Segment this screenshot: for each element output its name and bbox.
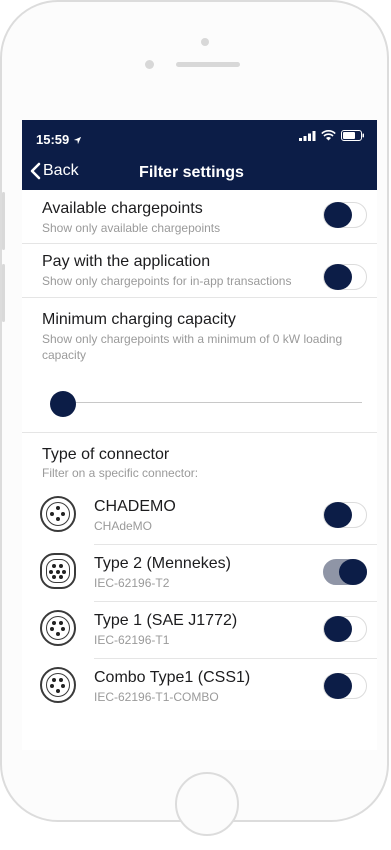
status-time: 15:59 [36, 132, 82, 147]
plug-pin [49, 570, 53, 574]
connector-item-chademo: CHADEMO CHAdeMO [22, 488, 377, 545]
plug-pin [55, 689, 60, 693]
chademo-toggle[interactable] [323, 502, 367, 528]
pay-with-app-toggle[interactable] [323, 264, 367, 290]
plug-pin [55, 517, 60, 521]
battery-icon [341, 130, 364, 141]
plug-socket-ring [46, 502, 70, 526]
plug-pin [52, 678, 56, 682]
wifi-icon [321, 130, 336, 141]
home-button[interactable] [175, 772, 239, 836]
page-title: Filter settings [139, 164, 244, 181]
connector-item-combo-type1: Combo Type1 (CSS1) IEC-62196-T1-COMBO [22, 659, 377, 716]
connector-item-type2: Type 2 (Mennekes) IEC-62196-T2 [22, 545, 377, 602]
app-screen: 15:59 Back Filter settings Available cha… [22, 120, 377, 750]
plug-pin [61, 511, 65, 516]
capacity-subtitle: Show only chargepoints with a minimum of… [42, 332, 343, 362]
plug-pin [50, 684, 54, 688]
connector-section-subtitle: Filter on a specific connector: [42, 466, 199, 480]
setting-pay-with-app: Pay with the application Show only charg… [22, 244, 377, 298]
plug-pin [59, 678, 63, 682]
plug-pin [52, 621, 56, 625]
plug-socket-ring [46, 616, 70, 640]
plug-pin [59, 575, 63, 579]
setting-subtitle: Show only chargepoints for in-app transa… [42, 274, 292, 288]
navigation-bar: Back Filter settings [22, 158, 377, 190]
connector-section-title: Type of connector [42, 446, 170, 463]
combo-type1-toggle[interactable] [323, 673, 367, 699]
volume-down-button [2, 264, 5, 322]
plug-pin [59, 621, 63, 625]
signal-icon [299, 131, 316, 141]
plug-pin [50, 627, 54, 631]
plug-pin [61, 684, 65, 688]
status-bar: 15:59 [22, 120, 377, 158]
plug-pin [50, 511, 54, 516]
proximity-sensor [145, 60, 154, 69]
plug-pin [52, 575, 56, 579]
type2-toggle[interactable] [323, 559, 367, 585]
connector-item-type1: Type 1 (SAE J1772) IEC-62196-T1 [22, 602, 377, 659]
filter-list: Available chargepoints Show only availab… [22, 190, 377, 716]
status-time-text: 15:59 [36, 132, 70, 147]
setting-available-chargepoints: Available chargepoints Show only availab… [22, 190, 377, 244]
capacity-title: Minimum charging capacity [42, 311, 236, 328]
available-chargepoints-toggle[interactable] [323, 202, 367, 228]
setting-subtitle: Show only available chargepoints [42, 221, 221, 235]
toggle-knob [324, 502, 352, 528]
plug-socket-ring [46, 559, 70, 583]
plug-pin [59, 564, 63, 568]
setting-title: Available chargepoints [42, 200, 203, 217]
volume-up-button [2, 192, 5, 250]
plug-pin [61, 627, 65, 631]
type2-plug-icon [40, 553, 76, 589]
location-arrow-icon [73, 136, 81, 145]
plug-socket-ring [46, 673, 70, 697]
setting-title: Pay with the application [42, 253, 211, 270]
toggle-knob [324, 264, 352, 290]
type1-toggle[interactable] [323, 616, 367, 642]
plug-pin [55, 506, 60, 510]
plug-pin [55, 570, 60, 574]
plug-pin [52, 564, 56, 568]
plug-pin [62, 570, 66, 574]
capacity-slider-thumb[interactable] [50, 391, 76, 417]
phone-frame: 15:59 Back Filter settings Available cha… [0, 0, 389, 836]
capacity-slider-track[interactable] [62, 402, 362, 403]
connector-section-header: Type of connector Filter on a specific c… [22, 433, 377, 488]
plug-pin [55, 632, 60, 636]
toggle-knob [324, 616, 352, 642]
toggle-knob [324, 202, 352, 228]
chademo-plug-icon [40, 496, 76, 532]
toggle-knob [339, 559, 367, 585]
minimum-capacity-section: Minimum charging capacity Show only char… [22, 298, 377, 433]
front-camera [201, 38, 209, 46]
toggle-knob [324, 673, 352, 699]
earpiece-speaker [176, 62, 240, 67]
type1-plug-icon [40, 610, 76, 646]
combo-type1-plug-icon [40, 667, 76, 703]
status-icons [299, 130, 365, 141]
